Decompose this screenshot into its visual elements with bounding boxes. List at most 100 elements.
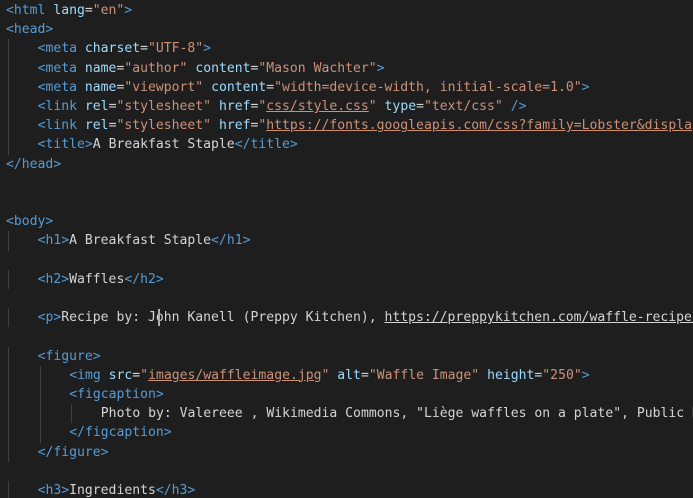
code-token: </figure> (37, 444, 109, 460)
code-token: "en" (92, 3, 125, 18)
code-token: = (416, 99, 424, 114)
code-token: name (84, 60, 117, 76)
indent-guide (8, 481, 9, 498)
code-line: <p>Recipe by: John Kanell (Preppy Kitche… (38, 308, 693, 327)
code-token: <title (37, 137, 85, 153)
code-line: <body> (6, 212, 53, 231)
code-token: </figcaption> (69, 425, 172, 441)
code-token: <html (6, 3, 46, 18)
code-token: </h3> (155, 483, 196, 498)
code-token: <meta (37, 41, 78, 57)
indent-guide (39, 365, 41, 385)
code-token: "250" (542, 367, 582, 383)
code-line: <title>A Breakfast Staple</title> (38, 135, 298, 154)
code-line: <figcaption> (69, 385, 164, 404)
code-token: <h2 (37, 271, 62, 287)
code-editor[interactable]: <html lang="en"> <head> <meta charset="UTF… (0, 0, 693, 498)
code-token: "stylesheet" (116, 118, 212, 134)
indent-guide (8, 231, 9, 251)
code-token: css/style.css (266, 99, 369, 114)
code-line: </head> (6, 155, 61, 174)
indent-guide (39, 385, 41, 405)
indent-guide (8, 77, 9, 97)
code-line: </figure> (38, 443, 109, 462)
code-token: <head (6, 22, 46, 38)
indent-guide (8, 404, 9, 424)
code-token: <h1 (37, 233, 62, 249)
code-token: href (218, 99, 251, 114)
code-token: > (155, 387, 164, 402)
code-token: > (61, 483, 70, 498)
code-token: content (195, 60, 251, 76)
code-token: = (140, 41, 148, 57)
code-token: > (61, 271, 70, 287)
code-line: <meta name="author" content="Mason Wacht… (38, 59, 385, 78)
indent-guide (39, 423, 41, 443)
code-line: <html lang="en"> (6, 1, 132, 20)
code-token: alt (337, 367, 361, 383)
indent-guide (8, 58, 9, 78)
code-token: A Breakfast Staple (69, 233, 212, 249)
indent-guide (8, 97, 9, 117)
code-token: <img (69, 367, 101, 383)
code-token: <link (37, 118, 78, 134)
code-line: <h3>Ingredients</h3> (38, 481, 196, 498)
code-token: </h2> (124, 271, 164, 287)
code-line: <img src="images/waffleimage.jpg" alt="W… (69, 366, 589, 385)
code-token: /> (510, 99, 527, 114)
code-token: "Mason Wachter" (258, 60, 377, 76)
code-token: rel (84, 118, 109, 134)
code-token: > (45, 22, 54, 38)
indent-guide (39, 404, 41, 424)
code-token: "width=device-width, initial-scale=1.0" (274, 79, 582, 95)
code-line: <head> (6, 20, 53, 39)
code-line: </figcaption> (69, 423, 171, 442)
code-token: <meta (37, 79, 78, 95)
text-cursor (158, 309, 160, 327)
code-token: charset (84, 41, 141, 57)
code-token: <body (6, 214, 46, 230)
code-line: <h1>A Breakfast Staple</h1> (38, 231, 251, 250)
code-token: "text/css" (423, 99, 503, 114)
code-token: "viewport" (124, 79, 204, 95)
code-token: name (84, 79, 117, 95)
code-line: <figure> (38, 347, 101, 366)
code-token: images/waffleimage.jpg (148, 367, 322, 383)
code-line: <link rel="stylesheet" href="css/style.c… (38, 97, 527, 116)
code-token: Recipe by: John Kanell (Preppy Kitchen), (61, 310, 385, 326)
code-token: > (61, 233, 70, 249)
code-token: <h3 (37, 483, 62, 498)
code-token: > (92, 348, 101, 364)
indent-guide (8, 365, 9, 385)
code-token: "Waffle Image" (368, 367, 480, 383)
code-line: <meta name="viewport" content="width=dev… (38, 78, 590, 97)
code-token: = (266, 79, 275, 95)
code-token: <figcaption (69, 387, 156, 402)
code-token: = (360, 367, 369, 383)
code-line: <h2>Waffles</h2> (38, 270, 164, 289)
code-token: <meta (37, 60, 78, 76)
code-token: rel (84, 99, 109, 114)
indent-guide (8, 442, 9, 462)
code-token: Photo by: Valereee , Wikimedia Commons, … (100, 406, 693, 422)
code-line: <meta charset="UTF-8"> (38, 39, 211, 58)
code-token: > (581, 367, 590, 383)
code-token: </head> (6, 156, 62, 172)
code-line: Photo by: Valereee , Wikimedia Commons, … (101, 404, 693, 423)
indent-guide (8, 116, 9, 136)
code-token: src (108, 367, 133, 383)
code-token: Waffles (69, 271, 125, 287)
code-token: A Breakfast Staple (92, 137, 235, 153)
code-token: </title> (234, 137, 298, 153)
code-token: = (132, 367, 141, 383)
code-token: " (140, 367, 149, 383)
